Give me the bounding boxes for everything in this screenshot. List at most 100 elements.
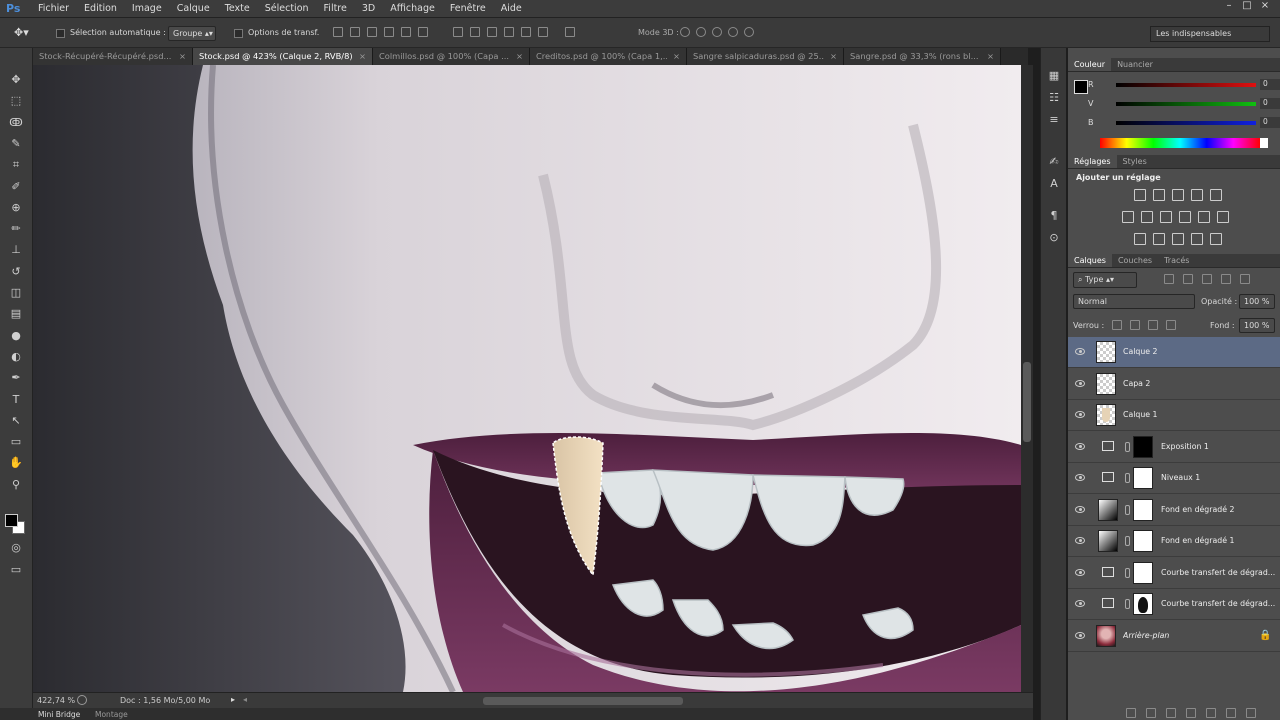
filter-pixel-icon[interactable] — [1164, 274, 1174, 284]
layer-row[interactable]: Calque 1 — [1068, 400, 1280, 431]
pen-tool-icon[interactable]: ✒ — [8, 370, 24, 386]
layer-row[interactable]: Arrière-plan 🔒 — [1068, 620, 1280, 652]
vertical-scrollbar[interactable] — [1021, 65, 1033, 692]
menu-item-9[interactable]: Fenêtre — [450, 0, 494, 18]
type-tool-icon[interactable]: T — [8, 392, 24, 408]
eraser-tool-icon[interactable]: ◫ — [8, 285, 24, 301]
tab-calques[interactable]: Calques — [1068, 254, 1112, 267]
workspace-selector[interactable]: Les indispensables — [1150, 26, 1270, 42]
layer-row[interactable]: Fond en dégradé 1 — [1068, 526, 1280, 557]
mask-link-icon[interactable] — [1125, 567, 1130, 578]
slide-3d-icon[interactable] — [728, 27, 738, 37]
menu-item-2[interactable]: Image — [132, 0, 170, 18]
menu-item-8[interactable]: Affichage — [390, 0, 443, 18]
close-tab-icon[interactable]: × — [179, 51, 186, 65]
document-canvas[interactable] — [33, 65, 1021, 692]
photo-filter-icon[interactable] — [1179, 211, 1191, 223]
document-tab-4[interactable]: Sangre salpicaduras.psd @ 25... × — [687, 48, 844, 65]
spectrum-white[interactable] — [1260, 138, 1268, 148]
tab-couleur[interactable]: Couleur — [1068, 58, 1112, 71]
add-mask-icon[interactable] — [1166, 708, 1176, 718]
hand-tool-icon[interactable]: ✋ — [8, 455, 24, 471]
layer-mask-thumbnail[interactable] — [1133, 530, 1153, 552]
fill-input[interactable]: 100 % — [1239, 318, 1275, 333]
menu-item-6[interactable]: Filtre — [324, 0, 355, 18]
lasso-tool-icon[interactable]: ↂ — [8, 115, 24, 131]
visibility-eye-icon[interactable] — [1075, 474, 1085, 481]
filter-shape-icon[interactable] — [1221, 274, 1231, 284]
move-tool-preset-icon[interactable]: ✥▾ — [14, 26, 34, 40]
layer-filter-dropdown[interactable]: ⌕ Type ▴▾ — [1073, 272, 1137, 288]
lock-brush-icon[interactable] — [1130, 320, 1140, 330]
selective-color-icon[interactable] — [1210, 233, 1222, 245]
color-spectrum[interactable] — [1100, 138, 1260, 148]
stamp-tool-icon[interactable]: ⊥ — [8, 242, 24, 258]
gradient-tool-icon[interactable]: ▤ — [8, 306, 24, 322]
mask-link-icon[interactable] — [1125, 599, 1130, 609]
close-button[interactable]: × — [1258, 0, 1272, 12]
mini-bridge-tab[interactable]: Mini Bridge — [38, 710, 80, 719]
path-select-tool-icon[interactable]: ↖ — [8, 413, 24, 429]
close-tab-icon[interactable]: × — [987, 51, 994, 65]
dist-left-icon[interactable] — [504, 27, 514, 37]
layer-mask-thumbnail[interactable] — [1133, 561, 1153, 584]
montage-tab[interactable]: Montage — [95, 710, 128, 719]
menu-item-1[interactable]: Edition — [84, 0, 125, 18]
layer-row[interactable]: Fond en dégradé 2 — [1068, 494, 1280, 526]
dist-bottom-icon[interactable] — [487, 27, 497, 37]
color-lookup-icon[interactable] — [1217, 211, 1229, 223]
visibility-eye-icon[interactable] — [1075, 411, 1085, 418]
align-right-icon[interactable] — [418, 27, 428, 37]
document-tab-5[interactable]: Sangre.psd @ 33,3% (rons bl... × — [844, 48, 1001, 65]
slider-b[interactable]: B0 — [1088, 117, 1280, 128]
layer-row[interactable]: Niveaux 1 — [1068, 463, 1280, 494]
horizontal-scroll-thumb[interactable] — [483, 697, 683, 705]
slider-value-input[interactable]: 0 — [1260, 98, 1280, 109]
status-options-icon[interactable] — [77, 695, 87, 705]
transform-controls-checkbox[interactable] — [234, 29, 243, 38]
rotate-3d-icon[interactable] — [680, 27, 690, 37]
close-tab-icon[interactable]: × — [673, 51, 680, 65]
dist-hcenter-icon[interactable] — [521, 27, 531, 37]
document-tab-3[interactable]: Creditos.psd @ 100% (Capa 1,... × — [530, 48, 687, 65]
quick-select-tool-icon[interactable]: ✎ — [8, 136, 24, 152]
slider-v[interactable]: V0 — [1088, 98, 1280, 109]
hue-sat-icon[interactable] — [1122, 211, 1134, 223]
layer-mask-thumbnail[interactable] — [1133, 498, 1153, 521]
slider-r[interactable]: R0 — [1088, 79, 1280, 90]
roll-3d-icon[interactable] — [696, 27, 706, 37]
mask-link-icon[interactable] — [1125, 441, 1130, 452]
menu-item-4[interactable]: Texte — [225, 0, 258, 18]
zoom-tool-icon[interactable]: ⚲ — [8, 477, 24, 493]
menu-item-10[interactable]: Aide — [501, 0, 530, 18]
slider-track[interactable] — [1116, 102, 1256, 106]
slider-track[interactable] — [1116, 121, 1256, 125]
layer-row[interactable]: Exposition 1 — [1068, 431, 1280, 463]
auto-select-dropdown[interactable]: Groupe ▴▾ — [168, 26, 216, 41]
slider-track[interactable] — [1116, 83, 1256, 87]
filter-adjust-icon[interactable] — [1183, 274, 1193, 284]
slider-value-input[interactable]: 0 — [1260, 79, 1280, 90]
layer-row[interactable]: Courbe transfert de dégrad... — [1068, 589, 1280, 620]
dist-right-icon[interactable] — [538, 27, 548, 37]
align-hcenter-icon[interactable] — [401, 27, 411, 37]
new-group-icon[interactable] — [1206, 708, 1216, 718]
history-brush-tool-icon[interactable]: ↺ — [8, 264, 24, 280]
auto-align-icon[interactable] — [565, 27, 575, 37]
shape-tool-icon[interactable]: ▭ — [8, 434, 24, 450]
close-tab-icon[interactable]: × — [516, 51, 523, 65]
foreground-color-icon[interactable] — [5, 514, 18, 527]
mask-link-icon[interactable] — [1125, 473, 1130, 483]
visibility-eye-icon[interactable] — [1075, 537, 1085, 544]
fx-icon[interactable] — [1146, 708, 1156, 718]
menu-item-3[interactable]: Calque — [177, 0, 218, 18]
history-panel-icon[interactable]: ▦ — [1046, 68, 1062, 84]
visibility-eye-icon[interactable] — [1075, 442, 1085, 450]
properties-panel-icon[interactable]: ☷ — [1046, 90, 1062, 106]
align-top-icon[interactable] — [333, 27, 343, 37]
document-tab-2[interactable]: Colmillos.psd @ 100% (Capa ... × — [373, 48, 530, 65]
dist-vcenter-icon[interactable] — [470, 27, 480, 37]
zoom-level[interactable]: 422,74 % — [37, 696, 75, 705]
move-tool-icon[interactable]: ✥ — [8, 72, 24, 88]
foreground-swatch[interactable] — [1074, 80, 1088, 94]
